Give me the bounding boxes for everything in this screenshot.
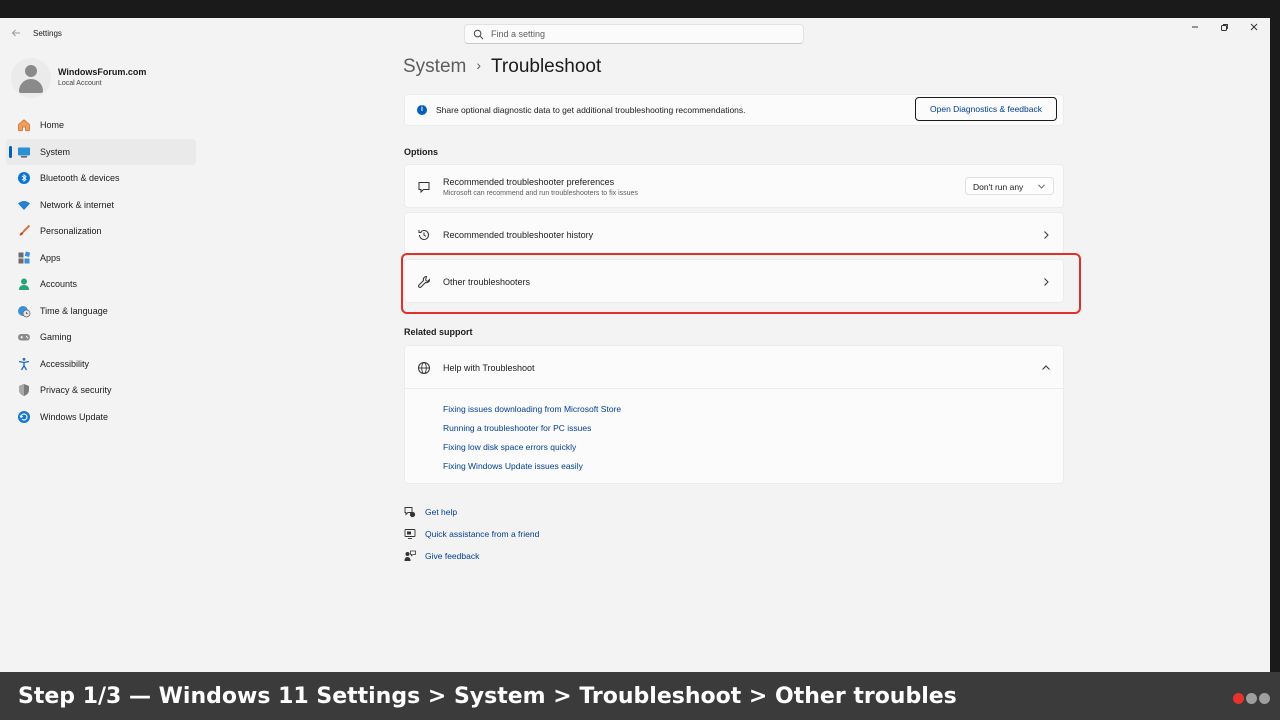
globe-clock-icon [18,305,31,317]
breadcrumb-separator: › [476,57,482,73]
profile-name: WindowsForum.com [58,67,147,77]
sidebar-item-label: Personalization [40,226,102,236]
accounts-icon [19,278,29,290]
info-text: Share optional diagnostic data to get ad… [436,105,746,115]
sidebar-item-system[interactable]: System [6,138,196,165]
chat-bubble-icon [418,182,430,194]
right-gutter [1270,18,1280,672]
history-title: Recommended troubleshooter history [443,230,594,240]
troubleshooter-preferences-row: Recommended troubleshooter preferences M… [404,164,1064,208]
sidebar-item-apps[interactable]: Apps [6,245,196,272]
chevron-down-icon [1038,184,1045,189]
help-link[interactable]: Fixing issues downloading from Microsoft… [443,404,621,414]
settings-window: Settings WindowsForum.com Local Account … [0,18,1270,672]
breadcrumb-parent[interactable]: System [403,56,466,77]
troubleshooter-history-row[interactable]: Recommended troubleshooter history [404,212,1064,256]
give-feedback-label: Give feedback [425,551,480,561]
sidebar-nav: Home System Bluetooth & devices Network … [6,112,196,430]
sidebar-item-time-language[interactable]: Time & language [6,298,196,325]
profile-account-type: Local Account [58,80,102,87]
title-bar: Settings [0,18,1270,50]
user-profile[interactable]: WindowsForum.com Local Account [11,58,201,118]
page-title: Troubleshoot [491,56,602,77]
sidebar-item-label: Windows Update [40,411,109,422]
bluetooth-icon [18,172,30,184]
sidebar-item-label: Accessibility [40,358,90,369]
avatar [11,58,51,98]
top-black-bar [0,0,1280,18]
info-icon: i [417,105,427,115]
maximize-icon[interactable] [1209,20,1239,40]
app-title: Settings [33,29,62,38]
help-with-troubleshoot-card: Help with Troubleshoot Fixing issues dow… [404,345,1064,484]
caption-bar: Step 1/3 — Windows 11 Settings > System … [0,672,1280,720]
sidebar-item-home[interactable]: Home [6,112,196,139]
system-icon [18,147,30,157]
brush-icon [19,224,31,236]
help-link[interactable]: Running a troubleshooter for PC issues [443,423,591,433]
home-icon [18,119,30,131]
quick-assist-label: Quick assistance from a friend [425,529,540,539]
gamepad-icon [18,334,30,341]
history-icon [418,229,429,240]
diagnostic-info-bar: i Share optional diagnostic data to get … [404,94,1064,126]
options-section-title: Options [404,147,438,157]
wifi-icon [18,200,30,210]
sidebar-item-label: Privacy & security [40,385,112,395]
sidebar-item-accessibility[interactable]: Accessibility [6,351,196,378]
sidebar-item-label: Accounts [40,279,78,289]
sidebar-item-gaming[interactable]: Gaming [6,324,196,351]
sidebar-item-network[interactable]: Network & internet [6,192,196,219]
shield-icon [19,384,29,396]
breadcrumb: System › Troubleshoot [403,56,601,78]
get-help-label: Get help [425,507,458,517]
sidebar-item-personalization[interactable]: Personalization [6,218,196,245]
preferences-dropdown[interactable]: Don't run any [965,177,1054,195]
sidebar-item-label: Apps [40,252,61,263]
help-title: Help with Troubleshoot [443,363,535,373]
sidebar-item-label: Network & internet [40,199,115,210]
feedback-icon [404,550,416,561]
sidebar-item-label: Time & language [40,305,108,316]
chevron-right-icon [1044,231,1049,239]
step-dot [1259,693,1270,704]
get-help-icon [404,507,416,518]
sidebar-item-label: Bluetooth & devices [40,173,120,183]
search-icon [473,29,484,40]
caption-text: Step 1/3 — Windows 11 Settings > System … [18,684,957,709]
close-icon[interactable] [1239,20,1269,40]
help-link[interactable]: Fixing Windows Update issues easily [443,461,583,471]
apps-icon [18,251,31,263]
quick-assist-icon [404,529,416,539]
chevron-up-icon [1042,365,1050,370]
back-arrow-icon[interactable] [8,26,24,42]
sidebar-item-label: System [40,146,71,157]
globe-icon [418,362,430,374]
sidebar-item-privacy[interactable]: Privacy & security [6,377,196,404]
sidebar-item-windows-update[interactable]: Windows Update [6,404,196,431]
search-input[interactable] [491,27,791,41]
search-box[interactable] [464,24,804,44]
dropdown-value: Don't run any [973,182,1024,192]
related-support-title: Related support [404,327,473,337]
update-icon [18,410,30,423]
preferences-title: Recommended troubleshooter preferences [443,177,615,187]
sidebar-item-bluetooth[interactable]: Bluetooth & devices [6,165,196,192]
step-indicator [1231,691,1270,704]
highlight-box [401,253,1081,314]
sidebar-item-label: Gaming [40,332,72,342]
step-dot [1233,693,1244,704]
open-diagnostics-button[interactable]: Open Diagnostics & feedback [915,97,1057,121]
preferences-subtitle: Microsoft can recommend and run troubles… [443,190,638,197]
help-link[interactable]: Fixing low disk space errors quickly [443,442,576,452]
minimize-icon[interactable] [1180,20,1210,40]
sidebar-item-accounts[interactable]: Accounts [6,271,196,298]
sidebar-item-label: Home [40,120,65,130]
step-dot [1246,693,1257,704]
accessibility-icon [18,357,30,370]
help-expander-header[interactable]: Help with Troubleshoot [405,346,1063,389]
